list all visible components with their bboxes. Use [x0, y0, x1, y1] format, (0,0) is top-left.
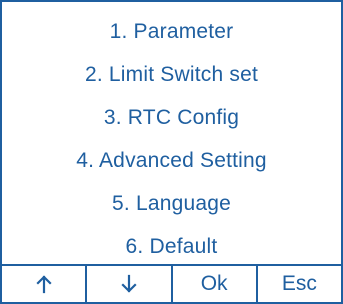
softkey-bar: Ok Esc: [2, 264, 341, 302]
menu-list: 1. Parameter 2. Limit Switch set 3. RTC …: [2, 2, 341, 264]
menu-item-advanced-setting[interactable]: 4. Advanced Setting: [2, 148, 341, 174]
menu-item-limit-switch-set[interactable]: 2. Limit Switch set: [2, 62, 341, 88]
ok-button[interactable]: Ok: [170, 266, 256, 302]
settings-menu-screen: 1. Parameter 2. Limit Switch set 3. RTC …: [0, 0, 343, 304]
down-button[interactable]: [85, 266, 170, 302]
esc-button[interactable]: Esc: [255, 266, 341, 302]
arrow-down-icon: [121, 274, 137, 293]
up-button[interactable]: [2, 266, 85, 302]
arrow-up-icon: [36, 275, 52, 294]
menu-item-default[interactable]: 6. Default: [2, 234, 341, 260]
menu-item-language[interactable]: 5. Language: [2, 191, 341, 217]
menu-item-rtc-config[interactable]: 3. RTC Config: [2, 105, 341, 131]
ok-button-label: Ok: [200, 272, 228, 295]
esc-button-label: Esc: [281, 272, 317, 295]
menu-item-parameter[interactable]: 1. Parameter: [2, 19, 341, 45]
